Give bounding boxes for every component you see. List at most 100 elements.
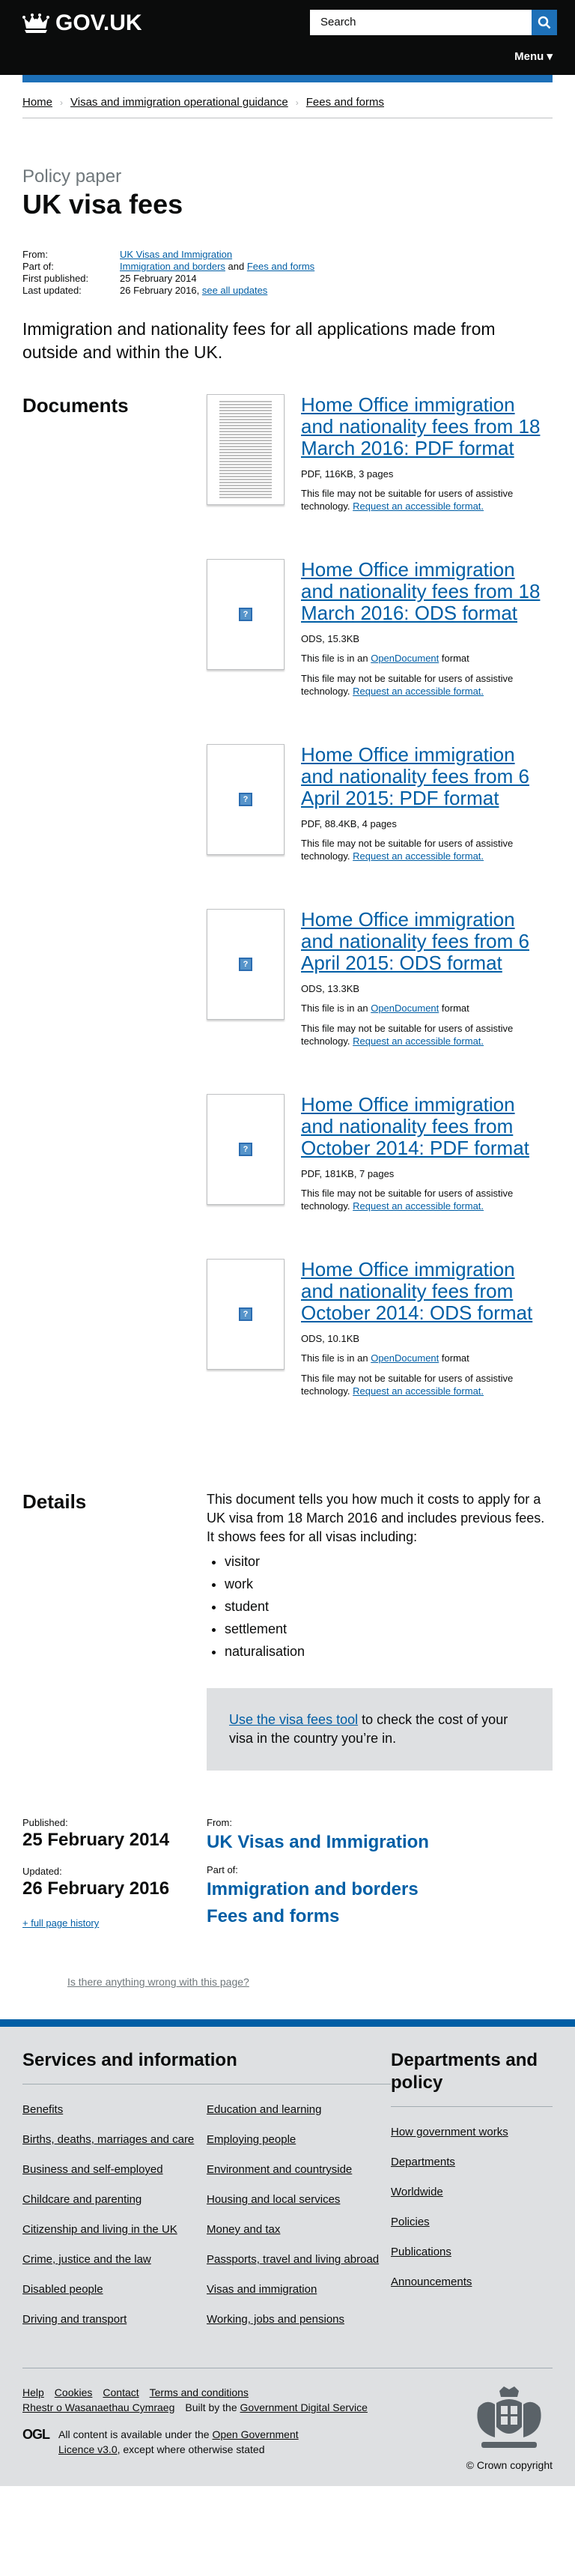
breadcrumb-fees-forms[interactable]: Fees and forms bbox=[306, 96, 384, 109]
report-problem-link[interactable]: Is there anything wrong with this page? bbox=[67, 1976, 249, 1988]
meta-last-updated-value: 26 February 2016, bbox=[120, 285, 200, 296]
meta-part-of-link-1[interactable]: Immigration and borders bbox=[120, 261, 225, 272]
footer-link[interactable]: Departments bbox=[391, 2156, 455, 2168]
updated-label: Updated: bbox=[22, 1866, 62, 1877]
footer-link[interactable]: Business and self-employed bbox=[22, 2163, 163, 2176]
breadcrumb-home[interactable]: Home bbox=[22, 96, 52, 109]
footer-link[interactable]: Education and learning bbox=[207, 2103, 321, 2116]
attachment-thumbnail[interactable]: ? bbox=[207, 1094, 285, 1205]
list-item: settlement bbox=[225, 1620, 551, 1639]
request-accessible-format-link[interactable]: Request an accessible format. bbox=[353, 1035, 484, 1047]
menu-button[interactable]: Menu ▾ bbox=[514, 49, 553, 63]
part-of-link-fees[interactable]: Fees and forms bbox=[207, 1904, 429, 1929]
attachment-file-info: ODS, 15.3KB bbox=[301, 633, 360, 644]
attachment-thumbnail[interactable]: ? bbox=[207, 559, 285, 670]
footer-link[interactable]: Births, deaths, marriages and care bbox=[22, 2133, 194, 2146]
chevron-right-icon: › bbox=[60, 97, 64, 108]
departments-heading: Departments and policy bbox=[391, 2050, 538, 2093]
breadcrumb-visas-guidance[interactable]: Visas and immigration operational guidan… bbox=[70, 96, 288, 109]
visa-types-list: visitor work student settlement naturali… bbox=[225, 1552, 551, 1661]
request-accessible-format-link[interactable]: Request an accessible format. bbox=[353, 1385, 484, 1397]
chevron-right-icon: › bbox=[295, 97, 299, 108]
accessibility-note: This file may not be suitable for users … bbox=[301, 1188, 514, 1212]
document-placeholder-icon: ? bbox=[239, 793, 252, 806]
footer-link[interactable]: Working, jobs and pensions bbox=[207, 2313, 344, 2326]
list-item: Citizenship and living in the UK bbox=[22, 2222, 207, 2237]
footer-link[interactable]: Announcements bbox=[391, 2276, 472, 2288]
footer-terms-link[interactable]: Terms and conditions bbox=[150, 2386, 249, 2398]
full-page-history-link[interactable]: + full page history bbox=[22, 1917, 207, 1929]
attachment: ? Home Office immigration and nationality… bbox=[207, 1259, 553, 1397]
part-of-link-immigration[interactable]: Immigration and borders bbox=[207, 1877, 429, 1902]
attachment-thumbnail[interactable] bbox=[207, 394, 285, 505]
footer-link[interactable]: Citizenship and living in the UK bbox=[22, 2223, 177, 2236]
accessibility-note: This file may not be suitable for users … bbox=[301, 1023, 514, 1047]
footer-link[interactable]: Driving and transport bbox=[22, 2313, 127, 2326]
opendocument-link[interactable]: OpenDocument bbox=[371, 1003, 439, 1014]
attachment-title-link[interactable]: Home Office immigration and nationality … bbox=[301, 394, 553, 459]
govuk-logo[interactable]: GOV.UK bbox=[22, 10, 142, 36]
request-accessible-format-link[interactable]: Request an accessible format. bbox=[353, 1200, 484, 1212]
see-all-updates-link[interactable]: see all updates bbox=[202, 285, 267, 296]
documents-section: Documents Home Office immigration and na… bbox=[22, 394, 553, 1444]
visa-fees-tool-link[interactable]: Use the visa fees tool bbox=[229, 1712, 358, 1727]
document-placeholder-icon: ? bbox=[239, 1143, 252, 1156]
list-item: Environment and countryside bbox=[207, 2162, 391, 2177]
attachment: ? Home Office immigration and nationality… bbox=[207, 744, 553, 862]
request-accessible-format-link[interactable]: Request an accessible format. bbox=[353, 501, 484, 512]
ogl-logo: OGL bbox=[22, 2427, 50, 2442]
meta-part-of-link-2[interactable]: Fees and forms bbox=[247, 261, 314, 272]
request-accessible-format-link[interactable]: Request an accessible format. bbox=[353, 850, 484, 862]
updated-date: 26 February 2016 bbox=[22, 1878, 170, 1899]
gds-link[interactable]: Government Digital Service bbox=[240, 2401, 368, 2413]
attachment-title-link[interactable]: Home Office immigration and nationality … bbox=[301, 1259, 553, 1324]
list-item: Births, deaths, marriages and care bbox=[22, 2132, 207, 2147]
footer-link[interactable]: Publications bbox=[391, 2246, 451, 2258]
visa-fees-callout: Use the visa fees tool to check the cost… bbox=[207, 1688, 553, 1771]
footer-cookies-link[interactable]: Cookies bbox=[55, 2386, 93, 2398]
list-item: Disabled people bbox=[22, 2282, 207, 2297]
footer-link[interactable]: Crime, justice and the law bbox=[22, 2253, 151, 2266]
footer-link[interactable]: Passports, travel and living abroad bbox=[207, 2253, 379, 2266]
services-list-1: Benefits Births, deaths, marriages and ca… bbox=[22, 2102, 207, 2342]
documents-heading: Documents bbox=[22, 394, 129, 417]
opendocument-link[interactable]: OpenDocument bbox=[371, 653, 439, 664]
footer-link[interactable]: Housing and local services bbox=[207, 2193, 340, 2206]
meta-last-updated-label: Last updated: bbox=[22, 285, 82, 296]
footer-link[interactable]: Employing people bbox=[207, 2133, 296, 2146]
meta-from-link[interactable]: UK Visas and Immigration bbox=[120, 249, 232, 261]
footer-link[interactable]: Disabled people bbox=[22, 2283, 103, 2296]
opendocument-link[interactable]: OpenDocument bbox=[371, 1352, 439, 1364]
footer-link[interactable]: Visas and immigration bbox=[207, 2283, 317, 2296]
search-input[interactable]: Search bbox=[310, 10, 532, 35]
attachment-thumbnail[interactable]: ? bbox=[207, 909, 285, 1020]
footer-link[interactable]: Childcare and parenting bbox=[22, 2193, 142, 2206]
footer-contact-link[interactable]: Contact bbox=[103, 2386, 139, 2398]
footer-link[interactable]: Policies bbox=[391, 2216, 430, 2228]
footer-link[interactable]: How government works bbox=[391, 2126, 508, 2138]
footer-link[interactable]: Benefits bbox=[22, 2103, 63, 2116]
attachment-title-link[interactable]: Home Office immigration and nationality … bbox=[301, 1094, 553, 1159]
attachment-title-link[interactable]: Home Office immigration and nationality … bbox=[301, 909, 553, 974]
footer-link[interactable]: Worldwide bbox=[391, 2186, 443, 2198]
footer-link[interactable]: Environment and countryside bbox=[207, 2163, 352, 2176]
meta-first-published-label: First published: bbox=[22, 273, 89, 284]
search-button[interactable] bbox=[532, 10, 557, 35]
footer-link[interactable]: Money and tax bbox=[207, 2223, 280, 2236]
list-item: Passports, travel and living abroad bbox=[207, 2252, 391, 2267]
from-org-link[interactable]: UK Visas and Immigration bbox=[207, 1830, 429, 1855]
attachment: Home Office immigration and nationality … bbox=[207, 394, 553, 513]
attachment-title-link[interactable]: Home Office immigration and nationality … bbox=[301, 744, 553, 809]
footer-help-link[interactable]: Help bbox=[22, 2386, 44, 2398]
header-blue-bar bbox=[22, 75, 553, 82]
list-item: Announcements bbox=[391, 2275, 553, 2290]
document-placeholder-icon: ? bbox=[239, 1307, 252, 1321]
attachment-file-info: ODS, 13.3KB bbox=[301, 983, 360, 994]
list-item: Money and tax bbox=[207, 2222, 391, 2237]
attachment-thumbnail[interactable]: ? bbox=[207, 1259, 285, 1370]
attachment-title-link[interactable]: Home Office immigration and nationality … bbox=[301, 559, 553, 624]
list-item: Housing and local services bbox=[207, 2192, 391, 2207]
footer-welsh-link[interactable]: Rhestr o Wasanaethau Cymraeg bbox=[22, 2401, 174, 2413]
request-accessible-format-link[interactable]: Request an accessible format. bbox=[353, 686, 484, 697]
attachment-thumbnail[interactable]: ? bbox=[207, 744, 285, 855]
